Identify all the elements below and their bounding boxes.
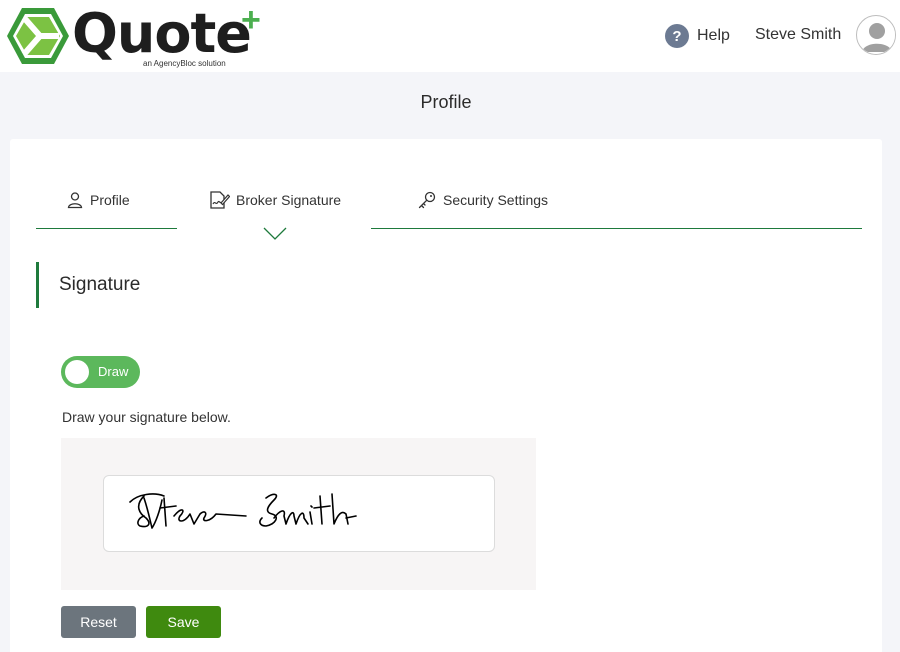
help-label: Help — [697, 27, 730, 44]
reset-button[interactable]: Reset — [61, 606, 136, 638]
page-title: Profile — [420, 92, 472, 112]
user-name[interactable]: Steve Smith — [755, 26, 841, 44]
signature-instruction: Draw your signature below. — [62, 409, 231, 425]
drawn-signature — [129, 493, 357, 529]
logo-tagline: an AgencyBloc solution — [143, 59, 226, 68]
user-avatar-icon — [858, 17, 895, 54]
tab-profile[interactable]: Profile — [66, 188, 130, 212]
logo-plus-mark: + — [241, 1, 261, 39]
help-link[interactable]: ? Help — [665, 24, 730, 48]
person-icon — [67, 192, 83, 209]
active-tab-caret-icon — [263, 227, 287, 240]
key-icon — [418, 191, 436, 209]
section-accent-bar — [36, 262, 39, 308]
tab-underline-right — [371, 228, 862, 229]
tab-profile-label: Profile — [90, 192, 130, 208]
quote-plus-logo[interactable]: Quote + an AgencyBloc solution — [6, 1, 266, 68]
signature-pad[interactable] — [103, 475, 495, 552]
signature-icon — [210, 191, 230, 209]
tab-security-settings[interactable]: Security Settings — [417, 188, 548, 212]
tab-security-settings-label: Security Settings — [443, 192, 549, 208]
section-title: Signature — [59, 274, 141, 295]
tab-broker-signature[interactable]: Broker Signature — [208, 188, 341, 212]
top-header: Quote + an AgencyBloc solution ? Help St… — [0, 0, 900, 72]
help-icon: ? — [665, 24, 689, 48]
avatar[interactable] — [856, 15, 896, 55]
toggle-knob — [65, 360, 89, 384]
tab-broker-signature-label: Broker Signature — [236, 192, 342, 208]
save-button[interactable]: Save — [146, 606, 221, 638]
logo-wordmark: Quote — [72, 2, 252, 65]
toggle-label: Draw — [98, 364, 129, 379]
draw-mode-toggle[interactable]: Draw — [61, 356, 140, 388]
tab-underline-left — [36, 228, 177, 229]
hexagon-logo-icon — [7, 8, 69, 64]
